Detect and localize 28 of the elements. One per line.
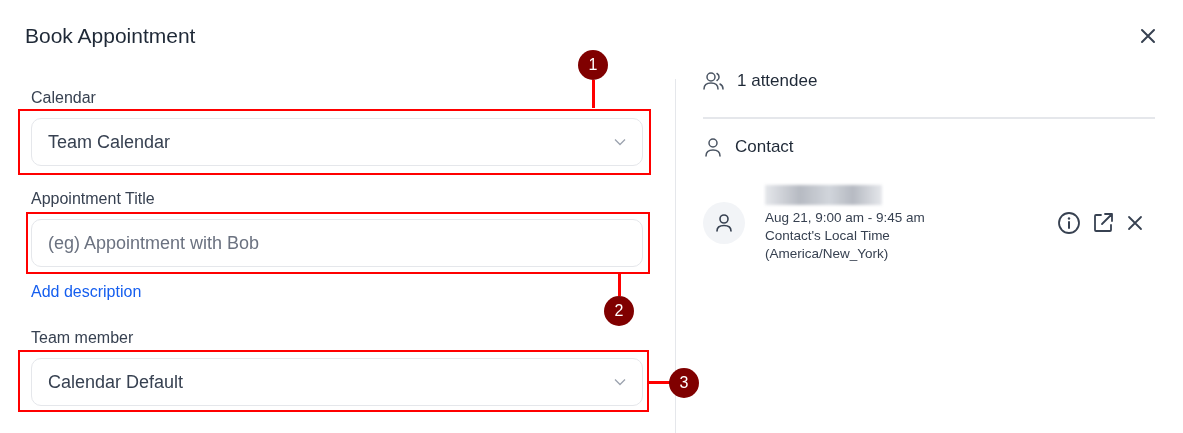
chevron-down-icon [614,378,626,386]
remove-icon[interactable] [1125,213,1145,233]
external-link-icon[interactable] [1091,211,1115,235]
close-icon[interactable] [1139,27,1157,45]
callout-badge: 3 [669,368,699,398]
leader-line [618,274,621,296]
timezone: (America/New_York) [765,246,890,261]
callout-badge: 2 [604,296,634,326]
info-icon[interactable] [1057,211,1081,235]
attendee-count: 1 attendee [737,71,818,91]
dialog-title: Book Appointment [25,24,196,48]
appointment-time: Aug 21, 9:00 am - 9:45 am [765,210,926,225]
add-description-link[interactable]: Add description [31,283,142,301]
users-icon [703,71,725,91]
leader-line [649,381,671,384]
field-label: Appointment Title [31,190,155,208]
field-label: Calendar [31,89,96,107]
field-label: Team member [31,329,134,347]
select-field[interactable]: Team Calendar [31,118,643,166]
section-label: Contact [735,137,794,157]
chevron-down-icon [614,138,626,146]
user-icon [703,137,723,157]
select-field[interactable]: Calendar Default [31,358,643,406]
leader-line [592,80,595,108]
input-field[interactable]: (eg) Appointment with Bob [31,219,643,267]
timezone-label: Contact's Local Time [765,228,891,243]
callout-badge: 1 [578,50,608,80]
avatar-icon [703,202,745,244]
